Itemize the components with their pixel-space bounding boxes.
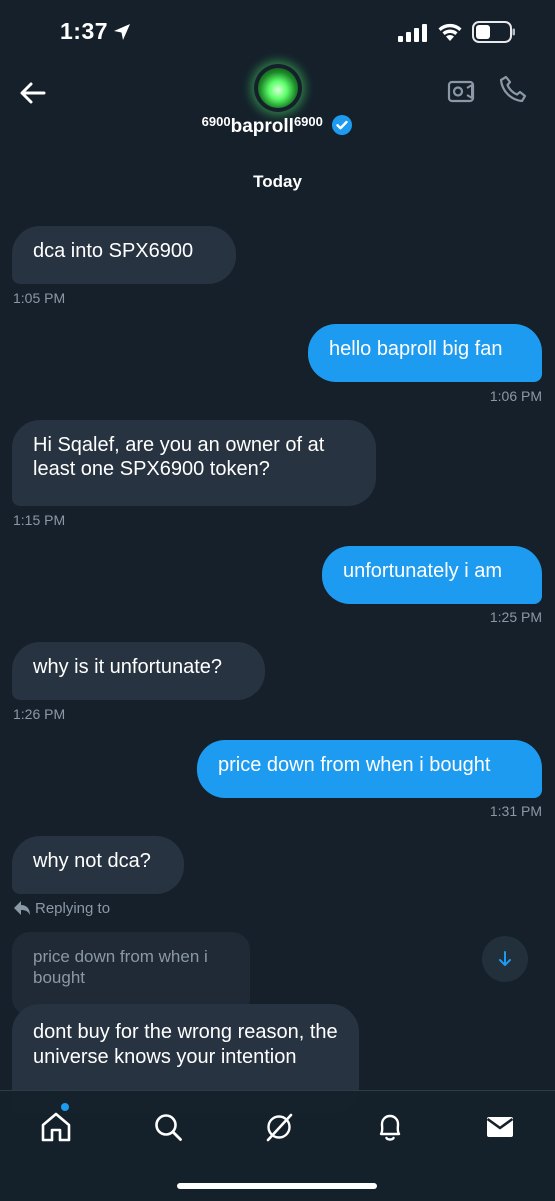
message-timestamp: 1:15 PM [13, 512, 66, 528]
back-arrow-icon[interactable] [16, 76, 50, 110]
notifications-icon[interactable] [374, 1111, 406, 1143]
message-bubble-incoming[interactable]: why not dca? [12, 836, 184, 894]
replying-to-text: Replying to [35, 900, 111, 917]
message-timestamp: 1:05 PM [13, 290, 66, 306]
conversation-header: 6900baproll6900 [0, 66, 555, 176]
message-bubble-outgoing[interactable]: hello baproll big fan [308, 324, 542, 382]
message-bubble-incoming[interactable]: dca into SPX6900 [12, 226, 236, 284]
home-icon[interactable] [40, 1111, 72, 1143]
status-bar: 1:37 [0, 0, 555, 66]
status-time: 1:37 [60, 18, 109, 44]
message-timestamp: 1:26 PM [13, 706, 66, 722]
name-suffix: 6900 [293, 114, 323, 129]
replying-to-label: Replying to [13, 900, 110, 917]
avatar[interactable] [258, 68, 298, 108]
video-call-icon[interactable] [446, 76, 476, 106]
home-indicator [177, 1183, 377, 1189]
message-bubble-incoming[interactable]: why is it unfortunate? [12, 642, 265, 700]
name-main: baproll [230, 116, 294, 137]
battery-icon [472, 21, 515, 43]
phone-icon[interactable] [498, 74, 528, 104]
home-notification-dot [61, 1103, 69, 1111]
search-icon[interactable] [152, 1111, 184, 1143]
message-timestamp: 1:25 PM [489, 609, 542, 625]
day-separator: Today [253, 172, 302, 191]
name-prefix: 6900 [201, 114, 231, 129]
message-bubble-outgoing[interactable]: price down from when i bought [197, 740, 542, 798]
reply-arrow-icon [14, 901, 30, 915]
message-bubble-incoming[interactable]: Hi Sqalef, are you an owner of at least … [12, 420, 376, 506]
wifi-icon [438, 23, 462, 41]
scroll-down-icon [499, 951, 511, 966]
messages-icon[interactable] [484, 1111, 516, 1143]
location-arrow-icon [114, 24, 130, 40]
contact-name[interactable]: 6900baproll6900 [0, 114, 555, 138]
message-timestamp: 1:06 PM [489, 388, 542, 404]
scroll-to-bottom-button[interactable] [482, 936, 528, 982]
message-bubble-outgoing[interactable]: unfortunately i am [322, 546, 542, 604]
verified-badge-icon [332, 115, 353, 135]
message-timestamp: 1:31 PM [489, 803, 542, 819]
signal-icon [398, 24, 427, 42]
grok-icon[interactable] [263, 1111, 295, 1143]
